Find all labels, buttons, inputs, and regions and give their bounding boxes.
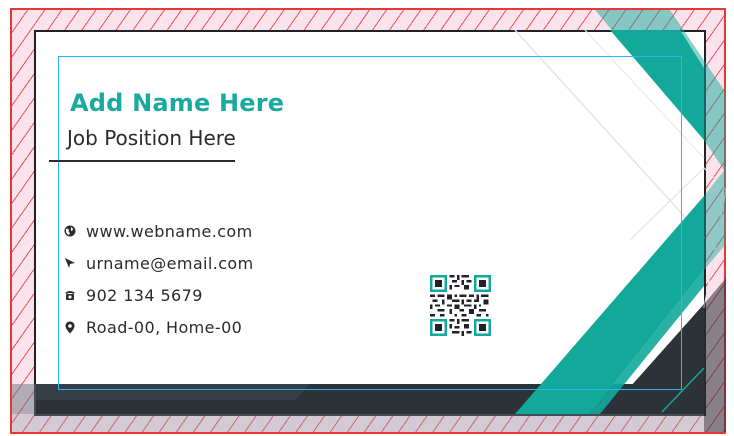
contact-address: Road-00, Home-00 [62,316,322,338]
contact-phone: 902 134 5679 [62,284,322,306]
email-text: urname@email.com [86,253,254,273]
contact-website: www.webname.com [62,220,322,242]
contact-email: urname@email.com [62,252,322,274]
phone-text: 902 134 5679 [86,285,203,305]
job-position: Job Position Here [67,126,236,150]
phone-icon [62,287,78,303]
globe-icon [62,223,78,239]
person-name: Add Name Here [70,89,285,117]
address-text: Road-00, Home-00 [86,317,243,337]
qr-code [430,275,491,336]
website-text: www.webname.com [86,221,253,241]
title-underline [49,160,235,162]
send-icon [62,255,78,271]
business-card-canvas: Add Name Here Job Position Here www.webn… [0,0,734,436]
location-pin-icon [62,319,78,335]
